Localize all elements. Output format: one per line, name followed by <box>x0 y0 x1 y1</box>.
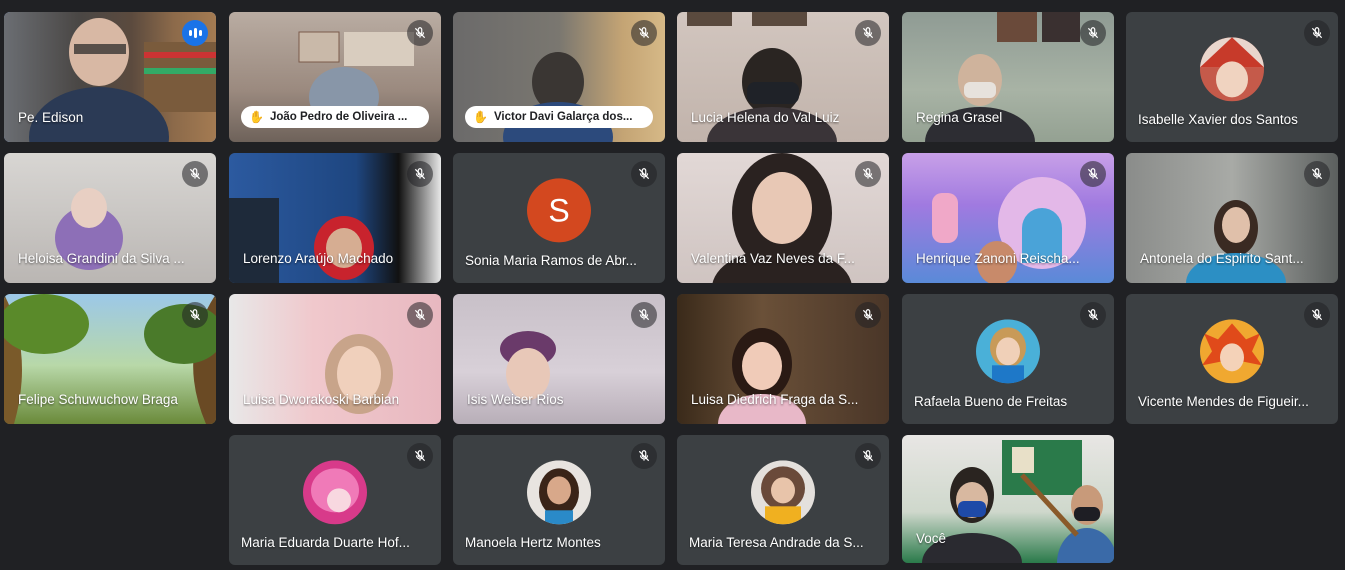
raised-hand-icon: ✋ <box>473 110 488 124</box>
mic-off-icon <box>407 161 433 187</box>
mic-off-icon <box>631 161 657 187</box>
participant-name: Luisa Diedrich Fraga da S... <box>691 392 859 407</box>
mic-off-icon <box>631 302 657 328</box>
participant-tile[interactable]: Isabelle Xavier dos Santos <box>1126 12 1338 142</box>
participant-name: Manoela Hertz Montes <box>465 535 601 550</box>
participant-tile[interactable]: Henrique Zanoni Reischa... <box>902 153 1114 283</box>
participant-name: Sonia Maria Ramos de Abr... <box>465 253 637 268</box>
participant-name: Rafaela Bueno de Freitas <box>914 394 1068 409</box>
participant-name: Maria Eduarda Duarte Hof... <box>241 535 410 550</box>
mic-off-icon <box>182 161 208 187</box>
avatar <box>303 460 367 525</box>
participant-tile[interactable]: Luisa Diedrich Fraga da S... <box>677 294 889 424</box>
participant-tile[interactable]: ✋ João Pedro de Oliveira ... <box>229 12 441 142</box>
participant-name: Henrique Zanoni Reischa... <box>916 251 1080 266</box>
participant-tile[interactable]: Maria Teresa Andrade da S... <box>677 435 889 565</box>
participant-tile[interactable]: Luisa Dworakoski Barbian <box>229 294 441 424</box>
participant-name: Heloisa Grandini da Silva ... <box>18 251 185 266</box>
participant-tile[interactable]: ✋ Victor Davi Galarça dos... <box>453 12 665 142</box>
participant-tile[interactable]: Manoela Hertz Montes <box>453 435 665 565</box>
raised-hand-icon: ✋ <box>249 110 264 124</box>
participant-name: Maria Teresa Andrade da S... <box>689 535 864 550</box>
mic-off-icon <box>631 20 657 46</box>
participant-name: Lorenzo Araújo Machado <box>243 251 394 266</box>
avatar <box>1200 37 1264 102</box>
participant-tile[interactable]: Valentina Vaz Neves da F... <box>677 153 889 283</box>
participant-name: Lucia Helena do Val Luiz <box>691 110 840 125</box>
mic-off-icon <box>407 443 433 469</box>
avatar <box>751 460 815 525</box>
audio-level-icon <box>182 20 208 46</box>
participant-tile-pe-edison[interactable]: Pe. Edison <box>4 12 216 142</box>
mic-off-icon <box>407 20 433 46</box>
participant-name: Isabelle Xavier dos Santos <box>1138 112 1298 127</box>
participant-tile[interactable]: Lorenzo Araújo Machado <box>229 153 441 283</box>
raised-hand-chip: ✋ João Pedro de Oliveira ... <box>241 106 429 128</box>
participant-name: Você <box>916 531 947 546</box>
participant-name: Pe. Edison <box>18 110 84 125</box>
participant-name: Vicente Mendes de Figueir... <box>1138 394 1309 409</box>
participant-tile[interactable]: S Sonia Maria Ramos de Abr... <box>453 153 665 283</box>
mic-off-icon <box>1304 161 1330 187</box>
mic-off-icon <box>855 302 881 328</box>
mic-off-icon <box>182 302 208 328</box>
participant-name: Valentina Vaz Neves da F... <box>691 251 855 266</box>
mic-off-icon <box>1304 302 1330 328</box>
avatar <box>976 319 1040 384</box>
participant-tile[interactable]: Heloisa Grandini da Silva ... <box>4 153 216 283</box>
participant-tile[interactable]: Lucia Helena do Val Luiz <box>677 12 889 142</box>
mic-off-icon <box>631 443 657 469</box>
mic-off-icon <box>855 161 881 187</box>
participant-tile[interactable]: Maria Eduarda Duarte Hof... <box>229 435 441 565</box>
participant-name: Isis Weiser Rios <box>467 392 564 407</box>
participant-name: Regina Grasel <box>916 110 1003 125</box>
participant-tile[interactable]: Rafaela Bueno de Freitas <box>902 294 1114 424</box>
participant-name: Felipe Schuwuchow Braga <box>18 392 178 407</box>
participant-name: Antonela do Espirito Sant... <box>1140 251 1304 266</box>
mic-off-icon <box>855 20 881 46</box>
participant-tile[interactable]: Vicente Mendes de Figueir... <box>1126 294 1338 424</box>
avatar: S <box>527 178 591 243</box>
mic-off-icon <box>407 302 433 328</box>
participant-tile[interactable]: Felipe Schuwuchow Braga <box>4 294 216 424</box>
mic-off-icon <box>1304 20 1330 46</box>
mic-off-icon <box>1080 161 1106 187</box>
participant-name: Luisa Dworakoski Barbian <box>243 392 400 407</box>
mic-off-icon <box>855 443 881 469</box>
participant-name: João Pedro de Oliveira ... <box>269 111 408 123</box>
avatar <box>527 460 591 525</box>
participant-tile-self[interactable]: Você <box>902 435 1114 563</box>
participant-tile[interactable]: Regina Grasel <box>902 12 1114 142</box>
raised-hand-chip: ✋ Victor Davi Galarça dos... <box>465 106 653 128</box>
avatar <box>1200 319 1264 384</box>
mic-off-icon <box>1080 302 1106 328</box>
participant-tile[interactable]: Antonela do Espirito Sant... <box>1126 153 1338 283</box>
participant-name: Victor Davi Galarça dos... <box>493 111 633 123</box>
mic-off-icon <box>1080 20 1106 46</box>
participant-tile[interactable]: Isis Weiser Rios <box>453 294 665 424</box>
